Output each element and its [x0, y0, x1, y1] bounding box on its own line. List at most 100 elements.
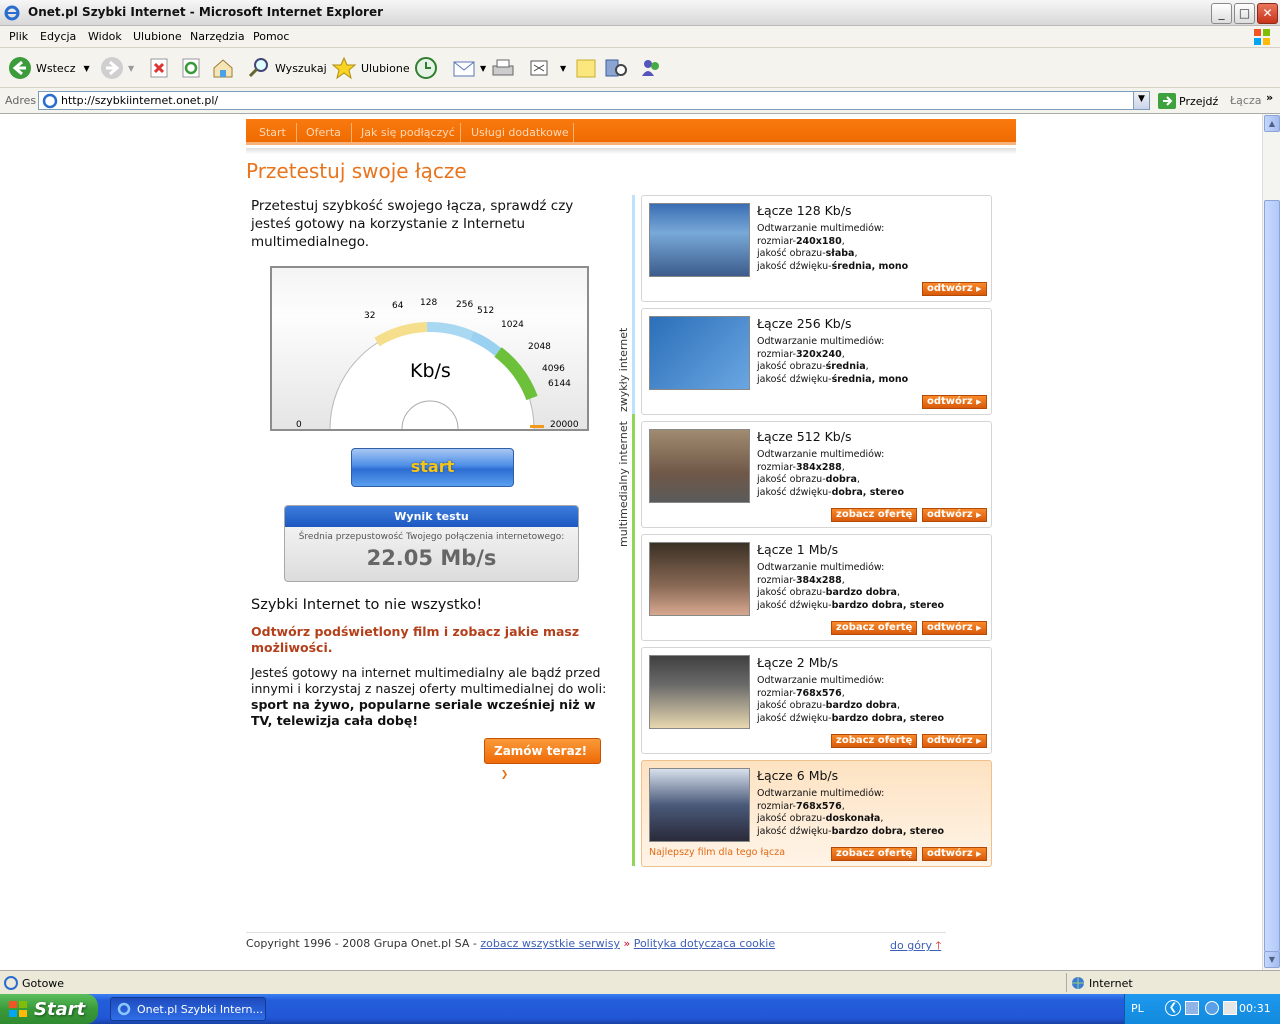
network-icon[interactable]	[1185, 1001, 1199, 1015]
menu-narzedzia[interactable]: Narzędzia	[190, 30, 245, 43]
search-button[interactable]: Wyszukaj	[247, 56, 327, 80]
see-offer-button[interactable]: zobacz ofertę	[831, 621, 918, 635]
mail-dropdown-icon[interactable]: ▼	[480, 64, 486, 73]
mail-button[interactable]: ▼	[452, 56, 486, 80]
play-button[interactable]: odtwórz ▶	[922, 734, 987, 748]
go-label: Przejdź	[1179, 94, 1219, 108]
windows-flag-icon	[1254, 29, 1270, 45]
back-button[interactable]: Wstecz ▼	[8, 56, 90, 80]
print-button[interactable]	[490, 56, 520, 80]
favorites-button[interactable]: Ulubione	[331, 56, 410, 80]
see-offer-label: zobacz ofertę	[836, 848, 913, 859]
scroll-up-icon[interactable]: ▲	[1264, 115, 1280, 132]
edit-button[interactable]: ▼	[528, 56, 566, 80]
card-size-label: rozmiar-	[757, 235, 796, 247]
play-button[interactable]: odtwórz ▶	[922, 621, 987, 635]
play-arrow-icon: ▶	[976, 511, 982, 519]
minimize-button[interactable]: _	[1211, 3, 1232, 24]
footer: Copyright 1996 - 2008 Grupa Onet.pl SA -…	[246, 937, 775, 950]
menu-plik[interactable]: Plik	[9, 30, 28, 43]
offer-paragraph-plain: Jesteś gotowy na internet multimedialny …	[251, 665, 607, 696]
history-icon	[415, 57, 437, 79]
printer-icon	[492, 59, 514, 76]
play-arrow-icon: ▶	[976, 398, 982, 406]
start-label: Start	[34, 999, 86, 1020]
see-offer-button[interactable]: zobacz ofertę	[831, 508, 918, 522]
go-button[interactable]: Przejdź	[1158, 93, 1218, 109]
nav-uslugi-dodatkowe[interactable]: Usługi dodatkowe	[471, 126, 569, 139]
address-dropdown-icon[interactable]: ▼	[1133, 92, 1149, 109]
scroll-down-icon[interactable]: ▼	[1264, 951, 1280, 968]
vertical-scrollbar[interactable]: ▲ ▼	[1262, 114, 1280, 970]
gauge-unit: Kb/s	[410, 360, 451, 382]
card-audio: bardzo dobra, stereo	[831, 599, 945, 611]
search-label: Wyszukaj	[275, 61, 327, 75]
menu-widok[interactable]: Widok	[88, 30, 122, 43]
video-thumbnail[interactable]	[649, 316, 750, 390]
taskbar-item-label: Onet.pl Szybki Intern...	[137, 1003, 264, 1016]
discuss-button[interactable]	[574, 56, 602, 80]
nav-start[interactable]: Start	[259, 126, 286, 139]
language-indicator[interactable]: PL	[1131, 1002, 1144, 1015]
card-audio-label: jakość dźwięku-	[757, 825, 832, 837]
see-offer-button[interactable]: zobacz ofertę	[831, 847, 918, 861]
menu-ulubione[interactable]: Ulubione	[133, 30, 182, 43]
nav-oferta[interactable]: Oferta	[306, 126, 341, 139]
video-thumbnail[interactable]	[649, 655, 750, 729]
links-chevron-icon[interactable]: »	[1266, 91, 1273, 104]
edit-dropdown-icon[interactable]: ▼	[560, 64, 566, 73]
messenger-icon	[642, 60, 659, 76]
copyright-text: Copyright 1996 - 2008 Grupa Onet.pl SA -	[246, 937, 481, 950]
close-button[interactable]: ✕	[1257, 3, 1278, 24]
site-nav: Start Oferta Jak się podłączyć Usługi do…	[246, 119, 1016, 145]
order-now-button[interactable]: Zamów teraz! ❯	[484, 738, 601, 782]
play-button[interactable]: odtwórz ▶	[922, 282, 987, 296]
back-to-top-link[interactable]: do góry 🡑	[890, 937, 941, 956]
speed-card: Łącze 2 Mb/s Odtwarzanie multimediów: rozm…	[641, 647, 992, 754]
video-thumbnail[interactable]	[649, 542, 750, 616]
maximize-button[interactable]: □	[1234, 3, 1255, 24]
nav-separator	[296, 123, 297, 142]
card-quality: dobra	[825, 474, 857, 485]
see-offer-button[interactable]: zobacz ofertę	[831, 734, 918, 748]
back-dropdown-icon[interactable]: ▼	[84, 64, 90, 73]
play-button[interactable]: odtwórz ▶	[922, 395, 987, 409]
forward-dropdown-icon[interactable]: ▼	[128, 64, 134, 73]
double-arrow-icon: »	[623, 937, 631, 950]
card-size: 320x240	[795, 348, 842, 360]
volume-icon[interactable]	[1205, 1001, 1219, 1015]
nav-jak-sie-podlaczyc[interactable]: Jak się podłączyć	[361, 126, 455, 139]
address-input[interactable]: http://szybkiinternet.onet.pl/ ▼	[38, 91, 1150, 110]
taskbar-item-ie[interactable]: Onet.pl Szybki Intern...	[110, 997, 266, 1021]
home-button[interactable]	[211, 56, 239, 80]
see-offer-label: zobacz ofertę	[836, 509, 913, 520]
cookie-policy-link[interactable]: Polityka dotycząca cookie	[634, 937, 775, 950]
card-quality-label: jakość obrazu-	[757, 587, 826, 598]
messenger-button[interactable]	[638, 56, 668, 80]
gauge-dial: 32 64 128 256 512 1024 2048 4096 6144 0 …	[296, 298, 579, 430]
research-button[interactable]	[603, 56, 633, 80]
arrow-right-icon: ❯	[498, 769, 511, 782]
history-button[interactable]	[413, 56, 443, 80]
label-multimedialny-internet: multimedialny internet	[617, 421, 630, 547]
forward-button[interactable]: ▼	[100, 56, 134, 80]
links-label[interactable]: Łącza	[1230, 94, 1262, 107]
tray-expand-icon[interactable]: ❮	[1165, 1000, 1181, 1016]
refresh-button[interactable]	[180, 56, 206, 80]
gauge-tick: 4096	[542, 364, 565, 374]
scroll-thumb[interactable]	[1264, 200, 1280, 952]
play-button[interactable]: odtwórz ▶	[922, 508, 987, 522]
start-menu-button[interactable]: Start	[0, 994, 98, 1024]
menu-pomoc[interactable]: Pomoc	[253, 30, 289, 43]
card-audio-label: jakość dźwięku-	[757, 712, 832, 724]
video-thumbnail[interactable]	[649, 768, 750, 842]
video-thumbnail[interactable]	[649, 429, 750, 503]
stop-button[interactable]	[148, 56, 174, 80]
video-thumbnail[interactable]	[649, 203, 750, 277]
start-test-button[interactable]: start	[351, 448, 514, 487]
safely-remove-icon[interactable]	[1223, 1001, 1237, 1015]
all-services-link[interactable]: zobacz wszystkie serwisy	[480, 937, 620, 950]
play-button[interactable]: odtwórz ▶	[922, 847, 987, 861]
menu-edycja[interactable]: Edycja	[40, 30, 76, 43]
play-label: odtwórz	[927, 848, 973, 859]
